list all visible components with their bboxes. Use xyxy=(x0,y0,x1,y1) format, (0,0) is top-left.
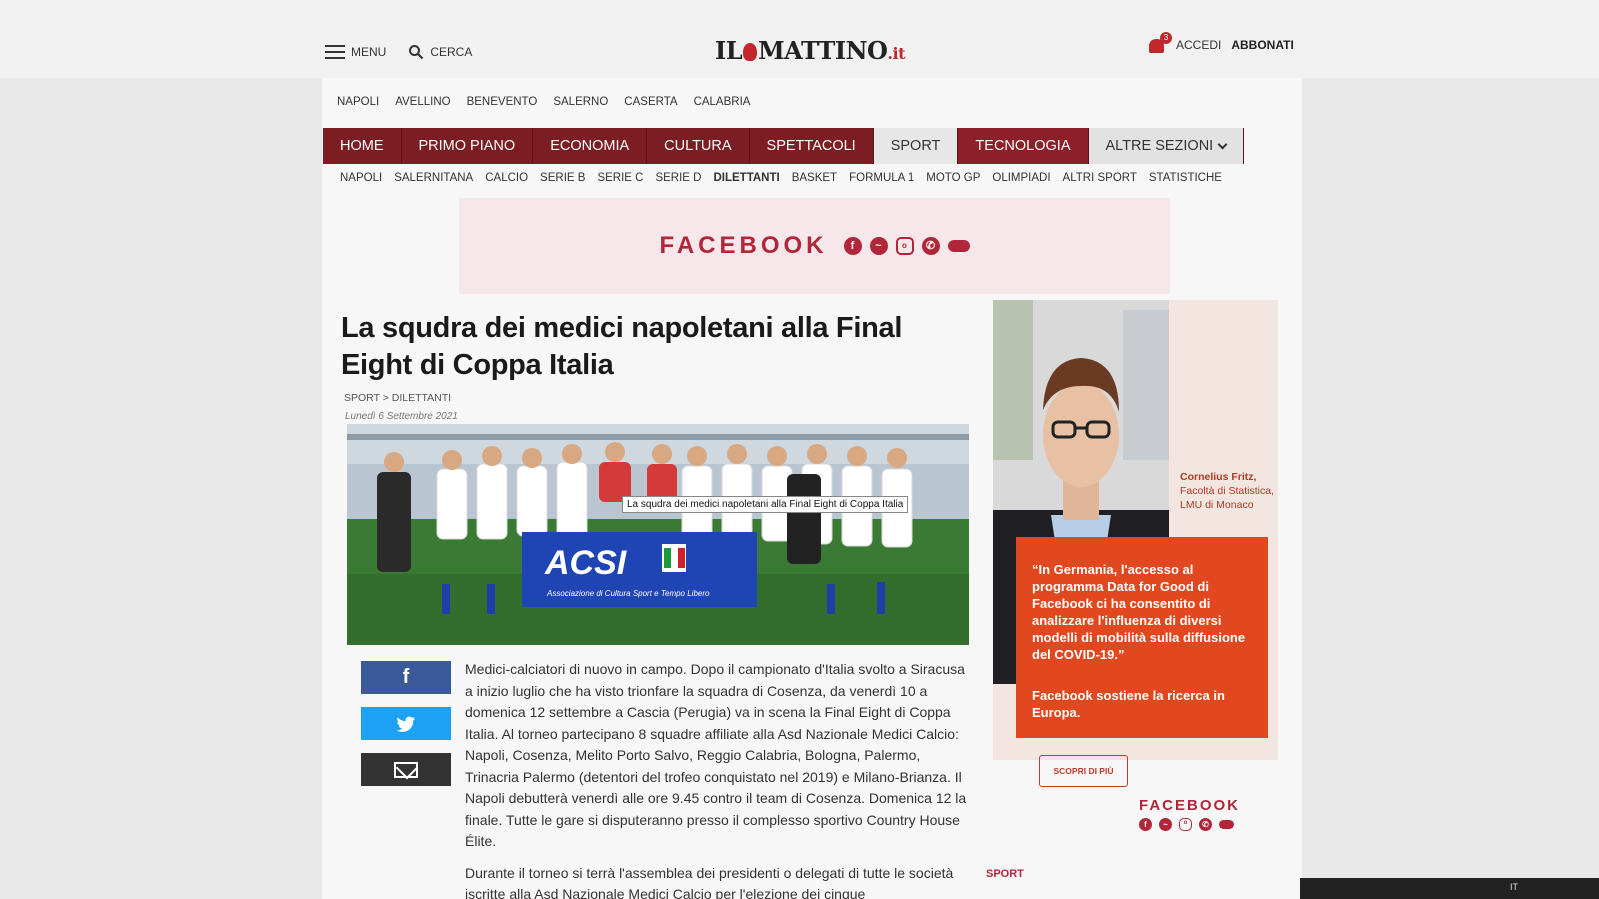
image-tooltip: La squdra dei medici napoletani alla Fin… xyxy=(622,496,909,513)
city-link[interactable]: NAPOLI xyxy=(337,96,379,108)
tab-spettacoli[interactable]: SPETTACOLI xyxy=(749,128,874,164)
tab-tecnologia[interactable]: TECNOLOGIA xyxy=(958,128,1089,164)
team-photo-illustration: ACSI Associazione di Cultura Sport e Tem… xyxy=(347,424,969,645)
subnav-item[interactable]: FORMULA 1 xyxy=(849,172,914,184)
banner-icons: f ~ o ✆ xyxy=(843,237,970,255)
article-paragraph: Durante il torneo si terrà l'assemblea d… xyxy=(465,864,954,899)
messenger-icon: ~ xyxy=(1159,818,1172,831)
ad-quote-box: “In Germania, l'accesso al programma Dat… xyxy=(1016,537,1268,738)
tab-economia[interactable]: ECONOMIA xyxy=(533,128,648,164)
more-sections-dropdown[interactable]: ALTRE SEZIONI xyxy=(1088,128,1245,164)
tab-sport[interactable]: SPORT xyxy=(873,128,959,164)
sport-subnav: NAPOLI SALERNITANA CALCIO SERIE B SERIE … xyxy=(340,172,1222,184)
article-photo[interactable]: ACSI Associazione di Cultura Sport e Tem… xyxy=(347,424,969,645)
ad-brand: FACEBOOK xyxy=(1139,797,1241,814)
section-tag[interactable]: SPORT xyxy=(986,868,1024,880)
facebook-icon: f xyxy=(402,666,410,688)
subnav-item-active[interactable]: DILETTANTI xyxy=(713,172,779,184)
tab-home[interactable]: HOME xyxy=(323,128,402,164)
subnav-item[interactable]: NAPOLI xyxy=(340,172,382,184)
rooster-icon xyxy=(743,43,758,61)
facebook-icon: f xyxy=(1139,818,1152,831)
subnav-item[interactable]: BASKET xyxy=(792,172,837,184)
ad-tagline: Facebook sostiene la ricerca in Europa. xyxy=(1032,688,1225,720)
envelope-icon xyxy=(394,761,418,778)
share-email-button[interactable] xyxy=(361,753,451,786)
ad-person-name: Cornelius Fritz, xyxy=(1180,471,1257,483)
instagram-icon: o xyxy=(1179,818,1192,831)
ad-brand-icons: f ~ o ✆ xyxy=(1139,818,1234,831)
oculus-icon xyxy=(1219,820,1234,829)
ad-quote: “In Germania, l'accesso al programma Dat… xyxy=(1032,562,1246,662)
subnav-item[interactable]: ALTRI SPORT xyxy=(1063,172,1137,184)
acsi-banner-subtext: Associazione di Cultura Sport e Tempo Li… xyxy=(546,589,710,598)
os-taskbar xyxy=(1300,878,1599,899)
instagram-icon: o xyxy=(895,237,914,255)
menu-button[interactable]: MENU xyxy=(325,45,386,59)
facebook-icon: f xyxy=(843,237,862,255)
logo-domain: .it xyxy=(887,44,905,63)
ad-person-caption: Cornelius Fritz, Facoltà di Statistica, … xyxy=(1180,470,1280,512)
more-sections-label: ALTRE SEZIONI xyxy=(1105,138,1214,154)
main-nav: HOME PRIMO PIANO ECONOMIA CULTURA SPETTA… xyxy=(323,128,1245,164)
notification-bell[interactable]: 3 xyxy=(1148,32,1172,54)
learn-more-button[interactable]: SCOPRI DI PIÙ xyxy=(1039,755,1128,787)
city-link[interactable]: AVELLINO xyxy=(395,96,450,108)
whatsapp-icon: ✆ xyxy=(921,237,940,255)
facebook-banner-ad[interactable]: FACEBOOK f ~ o ✆ xyxy=(459,198,1170,294)
city-nav: NAPOLI AVELLINO BENEVENTO SALERNO CASERT… xyxy=(337,96,750,108)
acsi-banner-text: ACSI xyxy=(544,544,628,582)
oculus-icon xyxy=(947,240,970,252)
share-facebook-button[interactable]: f xyxy=(361,661,451,694)
city-link[interactable]: BENEVENTO xyxy=(467,96,538,108)
language-indicator[interactable]: IT xyxy=(1510,882,1518,892)
subnav-item[interactable]: MOTO GP xyxy=(926,172,980,184)
subnav-item[interactable]: CALCIO xyxy=(485,172,528,184)
tab-cultura[interactable]: CULTURA xyxy=(647,128,750,164)
subnav-item[interactable]: SERIE D xyxy=(655,172,701,184)
menu-label: MENU xyxy=(351,45,387,59)
subscribe-link[interactable]: ABBONATI xyxy=(1231,38,1293,52)
subnav-item[interactable]: STATISTICHE xyxy=(1149,172,1222,184)
logo-text-right: MATTINO xyxy=(758,36,888,65)
city-link[interactable]: CALABRIA xyxy=(694,96,751,108)
hamburger-icon xyxy=(325,45,345,59)
city-link[interactable]: SALERNO xyxy=(553,96,608,108)
header-right: 3 ACCEDI ABBONATI xyxy=(1148,32,1294,54)
article-body: Medici-calciatori di nuovo in campo. Dop… xyxy=(465,659,970,899)
article-date: Lunedì 6 Settembre 2021 xyxy=(345,411,458,422)
subnav-item[interactable]: SALERNITANA xyxy=(394,172,473,184)
messenger-icon: ~ xyxy=(869,237,888,255)
logo-text-left: IL xyxy=(715,36,743,65)
header-left: MENU CERCA xyxy=(325,44,472,60)
breadcrumb[interactable]: SPORT > DILETTANTI xyxy=(344,392,451,404)
subnav-item[interactable]: SERIE B xyxy=(540,172,585,184)
city-link[interactable]: CASERTA xyxy=(624,96,677,108)
search-icon xyxy=(409,45,424,60)
banner-brand: FACEBOOK xyxy=(659,232,828,259)
search-label: CERCA xyxy=(430,45,473,59)
chevron-down-icon xyxy=(1217,139,1228,149)
notification-badge: 3 xyxy=(1160,32,1172,44)
tab-primo-piano[interactable]: PRIMO PIANO xyxy=(401,128,534,164)
ad-person-role: Facoltà di Statistica, LMU di Monaco xyxy=(1180,485,1274,511)
whatsapp-icon: ✆ xyxy=(1199,818,1212,831)
search-button[interactable]: CERCA xyxy=(408,44,472,60)
article-paragraph: Medici-calciatori di nuovo in campo. Dop… xyxy=(465,661,967,849)
share-twitter-button[interactable] xyxy=(361,707,451,740)
subnav-item[interactable]: OLIMPIADI xyxy=(992,172,1050,184)
site-logo[interactable]: IL MATTINO.it xyxy=(715,36,905,65)
subnav-item[interactable]: SERIE C xyxy=(597,172,643,184)
login-link[interactable]: ACCEDI xyxy=(1176,38,1221,52)
article-title: La squdra dei medici napoletani alla Fin… xyxy=(341,312,903,381)
twitter-icon xyxy=(396,716,415,732)
